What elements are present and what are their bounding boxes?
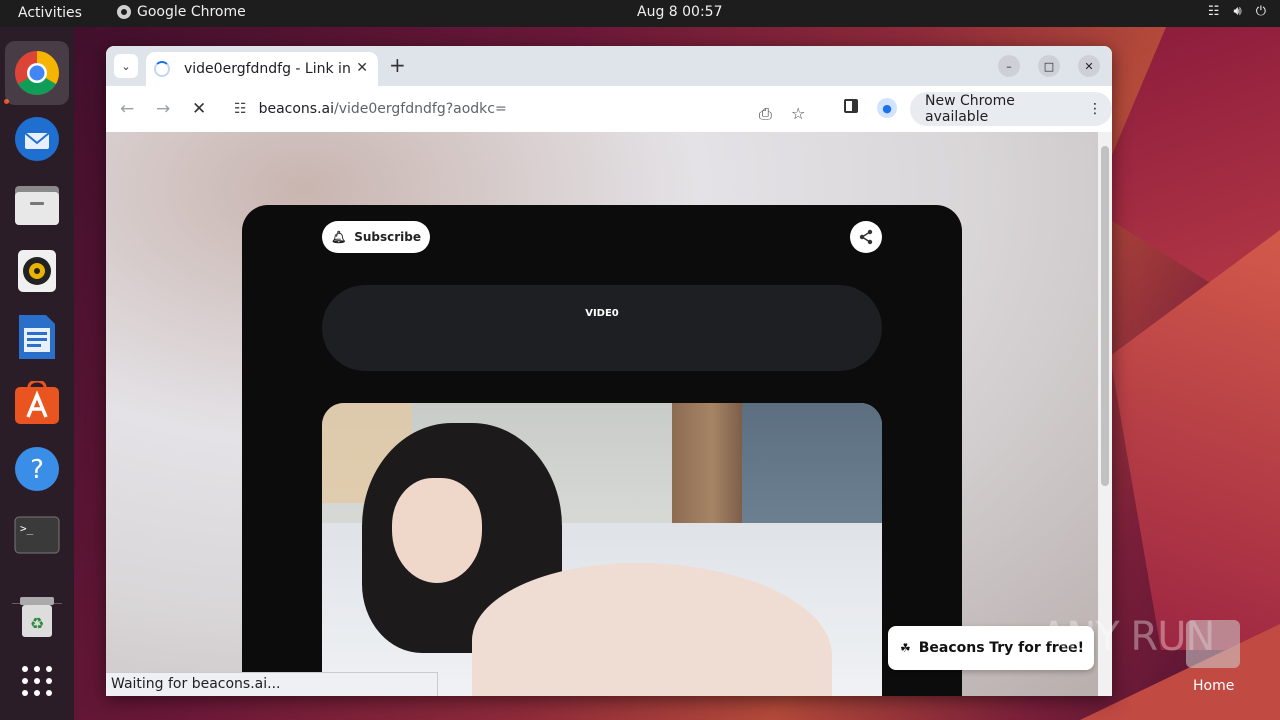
link-button-video[interactable]: VIDE0 xyxy=(322,285,882,371)
svg-text:>_: >_ xyxy=(20,522,34,535)
url-path: /vide0ergfdndfg?aodkc= xyxy=(334,101,507,117)
tab-active[interactable]: vide0ergfdndfg - Link in ✕ xyxy=(146,52,378,86)
stop-button[interactable]: ✕ xyxy=(192,99,206,119)
page-viewport: 🔔︎ Subscribe VIDE0 ☘ Beacons Try for fre… xyxy=(106,132,1098,696)
forward-button[interactable]: → xyxy=(156,99,170,119)
dock-thunderbird[interactable] xyxy=(5,107,69,171)
app-menu[interactable]: Google Chrome xyxy=(117,4,246,20)
new-chrome-available-button[interactable]: New Chrome available ⋮ xyxy=(910,92,1112,126)
featured-image[interactable] xyxy=(322,403,882,696)
beacons-logo-icon: ☘ xyxy=(900,641,911,655)
svg-text:?: ? xyxy=(30,455,44,485)
new-tab-button[interactable]: + xyxy=(389,55,406,75)
menu-kebab-icon: ⋮ xyxy=(1088,101,1102,117)
site-info-icon[interactable]: ☷ xyxy=(234,101,247,117)
status-bubble: Waiting for beacons.ai... xyxy=(106,672,438,696)
back-button[interactable]: ← xyxy=(120,99,134,119)
files-icon xyxy=(15,186,59,225)
minimize-button[interactable]: – xyxy=(998,55,1020,77)
address-bar[interactable]: ☷ beacons.ai/vide0ergfdndfg?aodkc= ⎙ ☆ xyxy=(224,92,824,126)
profile-card: 🔔︎ Subscribe VIDE0 xyxy=(242,205,962,696)
app-menu-label: Google Chrome xyxy=(137,4,246,20)
tab-strip: ⌄ vide0ergfdndfg - Link in ✕ + – □ ✕ xyxy=(106,46,1112,86)
chrome-icon xyxy=(117,5,131,19)
beacons-name: Beacons xyxy=(918,640,985,656)
dock-terminal[interactable]: >_ xyxy=(5,503,69,567)
dock: ? >_ ♻ xyxy=(0,27,74,720)
profile-avatar[interactable]: ● xyxy=(877,98,897,118)
share-button[interactable] xyxy=(850,221,882,253)
network-icon: ☷ xyxy=(1207,4,1220,19)
toolbar: ← → ✕ ☷ beacons.ai/vide0ergfdndfg?aodkc=… xyxy=(106,86,1112,132)
subscribe-label: Subscribe xyxy=(354,230,422,244)
url-host: beacons.ai xyxy=(258,101,334,117)
rhythmbox-icon xyxy=(18,250,56,292)
bookmark-star-icon[interactable]: ☆ xyxy=(791,104,805,123)
dock-trash[interactable]: ♻ xyxy=(5,585,69,649)
home-folder-label[interactable]: Home xyxy=(1193,678,1234,694)
dock-rhythmbox[interactable] xyxy=(5,239,69,303)
photo-detail xyxy=(392,478,482,583)
activities-button[interactable]: Activities xyxy=(18,5,82,21)
clock[interactable]: Aug 8 00:57 xyxy=(637,4,723,20)
system-tray[interactable]: ☷ 🔊︎ ⏻ xyxy=(1208,4,1266,19)
dock-help[interactable]: ? xyxy=(5,437,69,501)
tab-search-button[interactable]: ⌄ xyxy=(114,54,138,78)
terminal-icon: >_ xyxy=(14,516,60,554)
home-folder-icon[interactable] xyxy=(1186,620,1240,668)
svg-text:♻: ♻ xyxy=(30,614,44,633)
wallpaper-shape xyxy=(1110,230,1280,650)
top-bar: Activities Google Chrome Aug 8 00:57 ☷ 🔊… xyxy=(0,0,1280,27)
subscribe-button[interactable]: 🔔︎ Subscribe xyxy=(322,221,430,253)
tab-close-icon[interactable]: ✕ xyxy=(356,60,368,76)
url-text[interactable]: beacons.ai/vide0ergfdndfg?aodkc= xyxy=(259,101,507,117)
bell-icon: 🔔︎ xyxy=(330,230,347,244)
chrome-icon xyxy=(15,51,59,95)
thunderbird-icon xyxy=(15,117,59,161)
install-app-icon[interactable]: ⎙ xyxy=(759,104,772,124)
chrome-window: ⌄ vide0ergfdndfg - Link in ✕ + – □ ✕ ← →… xyxy=(106,46,1112,696)
dock-app-center[interactable] xyxy=(5,371,69,435)
app-grid-icon xyxy=(22,666,52,696)
power-icon: ⏻ xyxy=(1255,4,1266,19)
volume-icon: 🔊︎ xyxy=(1233,4,1242,19)
close-window-button[interactable]: ✕ xyxy=(1078,55,1100,77)
chevron-down-icon: ⌄ xyxy=(121,59,131,73)
help-icon: ? xyxy=(15,447,59,491)
tab-title: vide0ergfdndfg - Link in xyxy=(184,61,350,77)
vertical-scrollbar[interactable] xyxy=(1098,132,1112,696)
scrollbar-thumb[interactable] xyxy=(1101,146,1109,486)
new-chrome-label: New Chrome available xyxy=(925,93,1015,125)
dock-writer[interactable] xyxy=(5,305,69,369)
share-icon xyxy=(859,229,873,245)
side-panel-icon[interactable] xyxy=(844,99,858,113)
dock-show-apps[interactable] xyxy=(5,649,69,713)
writer-icon xyxy=(19,315,55,359)
dock-chrome[interactable] xyxy=(5,41,69,105)
maximize-button[interactable]: □ xyxy=(1038,55,1060,77)
trash-icon: ♻ xyxy=(20,597,54,637)
loading-spinner-icon xyxy=(154,61,170,77)
dock-files[interactable] xyxy=(5,173,69,237)
app-center-icon xyxy=(15,381,59,424)
